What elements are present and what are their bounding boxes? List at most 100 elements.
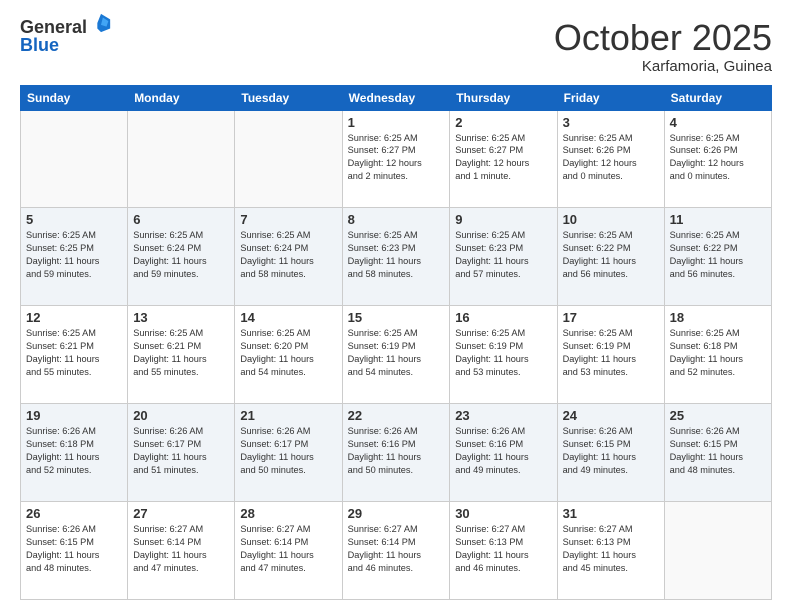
table-row: 8 Sunrise: 6:25 AM Sunset: 6:23 PM Daylig… xyxy=(342,208,450,306)
table-row: 20Sunrise: 6:26 AM Sunset: 6:17 PM Dayli… xyxy=(128,404,235,502)
header-sunday: Sunday xyxy=(21,85,128,110)
title-block: October 2025 Karfamoria, Guinea xyxy=(554,18,772,75)
day-number: 25 xyxy=(670,408,766,423)
day-info: Sunrise: 6:25 AM Sunset: 6:19 PM Dayligh… xyxy=(563,327,659,379)
day-info: Sunrise: 6:25 AM Sunset: 6:22 PM Dayligh… xyxy=(670,229,766,281)
table-row: 31 Sunrise: 6:27 AM Sunset: 6:13 PM Dayli… xyxy=(557,502,664,600)
table-row xyxy=(21,110,128,208)
day-number: 11 xyxy=(670,212,766,227)
day-number: 27 xyxy=(133,506,229,521)
table-row: 30 Sunrise: 6:27 AM Sunset: 6:13 PM Dayli… xyxy=(450,502,557,600)
table-row: 16Sunrise: 6:25 AM Sunset: 6:19 PM Dayli… xyxy=(450,306,557,404)
table-row: 15 Sunrise: 6:25 AM Sunset: 6:19 PM Dayli… xyxy=(342,306,450,404)
day-number: 8 xyxy=(348,212,445,227)
table-row: 23Sunrise: 6:26 AM Sunset: 6:16 PM Dayli… xyxy=(450,404,557,502)
day-info: Sunrise: 6:25 AM Sunset: 6:27 PM Dayligh… xyxy=(348,132,445,184)
table-row: 13Sunrise: 6:25 AM Sunset: 6:21 PM Dayli… xyxy=(128,306,235,404)
header-friday: Friday xyxy=(557,85,664,110)
day-info: Sunrise: 6:25 AM Sunset: 6:26 PM Dayligh… xyxy=(563,132,659,184)
day-info: Sunrise: 6:26 AM Sunset: 6:15 PM Dayligh… xyxy=(26,523,122,575)
calendar-table: Sunday Monday Tuesday Wednesday Thursday… xyxy=(20,85,772,600)
table-row xyxy=(235,110,342,208)
table-row: 6Sunrise: 6:25 AM Sunset: 6:24 PM Daylig… xyxy=(128,208,235,306)
table-row: 2 Sunrise: 6:25 AM Sunset: 6:27 PM Daylig… xyxy=(450,110,557,208)
day-info: Sunrise: 6:25 AM Sunset: 6:24 PM Dayligh… xyxy=(240,229,336,281)
day-number: 30 xyxy=(455,506,551,521)
table-row: 3 Sunrise: 6:25 AM Sunset: 6:26 PM Daylig… xyxy=(557,110,664,208)
day-number: 24 xyxy=(563,408,659,423)
table-row: 7 Sunrise: 6:25 AM Sunset: 6:24 PM Daylig… xyxy=(235,208,342,306)
table-row: 27 Sunrise: 6:27 AM Sunset: 6:14 PM Dayli… xyxy=(128,502,235,600)
day-info: Sunrise: 6:25 AM Sunset: 6:24 PM Dayligh… xyxy=(133,229,229,281)
logo-blue: Blue xyxy=(20,36,112,54)
day-info: Sunrise: 6:27 AM Sunset: 6:13 PM Dayligh… xyxy=(455,523,551,575)
table-row: 17 Sunrise: 6:25 AM Sunset: 6:19 PM Dayli… xyxy=(557,306,664,404)
day-info: Sunrise: 6:25 AM Sunset: 6:23 PM Dayligh… xyxy=(455,229,551,281)
day-number: 19 xyxy=(26,408,122,423)
table-row: 10Sunrise: 6:25 AM Sunset: 6:22 PM Dayli… xyxy=(557,208,664,306)
table-row: 24 Sunrise: 6:26 AM Sunset: 6:15 PM Dayli… xyxy=(557,404,664,502)
day-info: Sunrise: 6:25 AM Sunset: 6:21 PM Dayligh… xyxy=(133,327,229,379)
day-number: 21 xyxy=(240,408,336,423)
day-info: Sunrise: 6:26 AM Sunset: 6:17 PM Dayligh… xyxy=(133,425,229,477)
day-info: Sunrise: 6:25 AM Sunset: 6:19 PM Dayligh… xyxy=(455,327,551,379)
table-row: 14Sunrise: 6:25 AM Sunset: 6:20 PM Dayli… xyxy=(235,306,342,404)
table-row: 4 Sunrise: 6:25 AM Sunset: 6:26 PM Daylig… xyxy=(664,110,771,208)
calendar-week-row: 5Sunrise: 6:25 AM Sunset: 6:25 PM Daylig… xyxy=(21,208,772,306)
day-number: 22 xyxy=(348,408,445,423)
header: General Blue October 2025 Karfamoria, Gu… xyxy=(20,18,772,75)
day-number: 14 xyxy=(240,310,336,325)
day-number: 29 xyxy=(348,506,445,521)
day-info: Sunrise: 6:25 AM Sunset: 6:25 PM Dayligh… xyxy=(26,229,122,281)
table-row: 25Sunrise: 6:26 AM Sunset: 6:15 PM Dayli… xyxy=(664,404,771,502)
logo-icon xyxy=(90,12,112,34)
day-number: 31 xyxy=(563,506,659,521)
table-row: 1 Sunrise: 6:25 AM Sunset: 6:27 PM Daylig… xyxy=(342,110,450,208)
table-row xyxy=(128,110,235,208)
day-info: Sunrise: 6:25 AM Sunset: 6:19 PM Dayligh… xyxy=(348,327,445,379)
day-number: 1 xyxy=(348,115,445,130)
day-info: Sunrise: 6:25 AM Sunset: 6:26 PM Dayligh… xyxy=(670,132,766,184)
calendar-week-row: 26 Sunrise: 6:26 AM Sunset: 6:15 PM Dayli… xyxy=(21,502,772,600)
day-number: 26 xyxy=(26,506,122,521)
logo-general: General xyxy=(20,18,87,36)
day-number: 12 xyxy=(26,310,122,325)
table-row: 9 Sunrise: 6:25 AM Sunset: 6:23 PM Daylig… xyxy=(450,208,557,306)
table-row: 22Sunrise: 6:26 AM Sunset: 6:16 PM Dayli… xyxy=(342,404,450,502)
day-info: Sunrise: 6:27 AM Sunset: 6:13 PM Dayligh… xyxy=(563,523,659,575)
table-row: 19Sunrise: 6:26 AM Sunset: 6:18 PM Dayli… xyxy=(21,404,128,502)
day-info: Sunrise: 6:26 AM Sunset: 6:15 PM Dayligh… xyxy=(563,425,659,477)
month-title: October 2025 xyxy=(554,18,772,58)
day-info: Sunrise: 6:26 AM Sunset: 6:16 PM Dayligh… xyxy=(455,425,551,477)
day-number: 7 xyxy=(240,212,336,227)
day-info: Sunrise: 6:25 AM Sunset: 6:18 PM Dayligh… xyxy=(670,327,766,379)
table-row: 29 Sunrise: 6:27 AM Sunset: 6:14 PM Dayli… xyxy=(342,502,450,600)
day-info: Sunrise: 6:25 AM Sunset: 6:23 PM Dayligh… xyxy=(348,229,445,281)
day-info: Sunrise: 6:27 AM Sunset: 6:14 PM Dayligh… xyxy=(348,523,445,575)
header-monday: Monday xyxy=(128,85,235,110)
table-row xyxy=(664,502,771,600)
table-row: 21 Sunrise: 6:26 AM Sunset: 6:17 PM Dayli… xyxy=(235,404,342,502)
header-thursday: Thursday xyxy=(450,85,557,110)
day-number: 9 xyxy=(455,212,551,227)
day-info: Sunrise: 6:26 AM Sunset: 6:17 PM Dayligh… xyxy=(240,425,336,477)
table-row: 12Sunrise: 6:25 AM Sunset: 6:21 PM Dayli… xyxy=(21,306,128,404)
calendar-week-row: 19Sunrise: 6:26 AM Sunset: 6:18 PM Dayli… xyxy=(21,404,772,502)
day-number: 10 xyxy=(563,212,659,227)
day-number: 3 xyxy=(563,115,659,130)
day-number: 2 xyxy=(455,115,551,130)
location: Karfamoria, Guinea xyxy=(554,58,772,75)
table-row: 5Sunrise: 6:25 AM Sunset: 6:25 PM Daylig… xyxy=(21,208,128,306)
day-number: 4 xyxy=(670,115,766,130)
day-number: 17 xyxy=(563,310,659,325)
header-tuesday: Tuesday xyxy=(235,85,342,110)
calendar-week-row: 1 Sunrise: 6:25 AM Sunset: 6:27 PM Daylig… xyxy=(21,110,772,208)
day-info: Sunrise: 6:27 AM Sunset: 6:14 PM Dayligh… xyxy=(240,523,336,575)
day-number: 18 xyxy=(670,310,766,325)
day-number: 15 xyxy=(348,310,445,325)
table-row: 26 Sunrise: 6:26 AM Sunset: 6:15 PM Dayli… xyxy=(21,502,128,600)
day-info: Sunrise: 6:27 AM Sunset: 6:14 PM Dayligh… xyxy=(133,523,229,575)
header-saturday: Saturday xyxy=(664,85,771,110)
day-info: Sunrise: 6:25 AM Sunset: 6:27 PM Dayligh… xyxy=(455,132,551,184)
weekday-header-row: Sunday Monday Tuesday Wednesday Thursday… xyxy=(21,85,772,110)
